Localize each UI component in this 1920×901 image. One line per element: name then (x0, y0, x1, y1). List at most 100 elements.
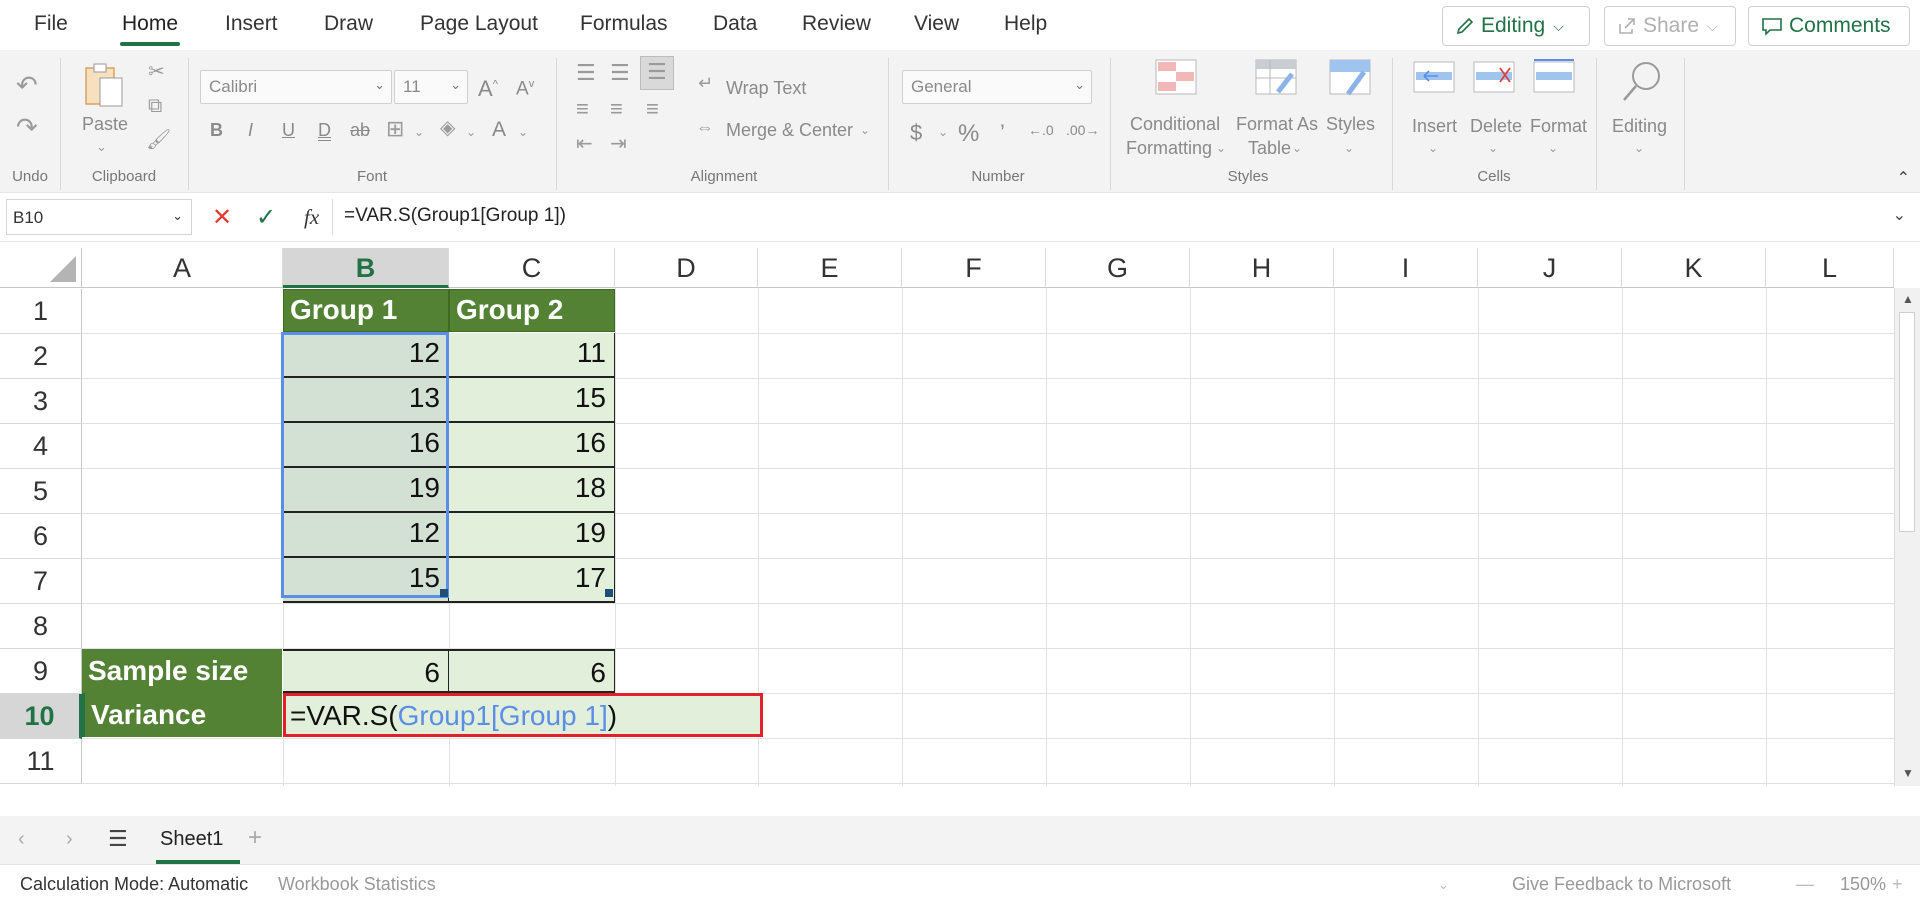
chevron-down-icon[interactable]: ⌄ (1438, 877, 1449, 893)
font-color-icon[interactable]: A (492, 118, 506, 142)
share-button[interactable]: Share ⌵ (1604, 6, 1736, 46)
chevron-down-icon[interactable]: ⌄ (96, 140, 107, 153)
column-header-e[interactable]: E (758, 248, 902, 288)
cancel-icon[interactable]: ✕ (212, 203, 232, 232)
increase-font-icon[interactable]: A^ (478, 76, 498, 102)
all-sheets-menu-icon[interactable]: ☰ (108, 826, 128, 852)
cell-c7[interactable]: 17 (449, 558, 615, 603)
scroll-down-icon[interactable]: ▼ (1902, 766, 1914, 780)
font-name-combo[interactable]: Calibri ⌄ (200, 70, 392, 104)
merge-center-icon[interactable]: ⇔ (696, 118, 714, 136)
format-cells-icon[interactable] (1532, 58, 1576, 98)
workbook-statistics[interactable]: Workbook Statistics (278, 874, 436, 895)
column-header-i[interactable]: I (1334, 248, 1478, 288)
font-size-combo[interactable]: 11 ⌄ (394, 70, 468, 104)
column-header-j[interactable]: J (1478, 248, 1622, 288)
cell-b9[interactable]: 6 (283, 649, 449, 693)
tab-home[interactable]: Home (122, 12, 178, 36)
cell-b5[interactable]: 19 (283, 468, 449, 513)
calculation-mode[interactable]: Calculation Mode: Automatic (20, 874, 248, 895)
cell-c4[interactable]: 16 (449, 423, 615, 468)
cell-c1[interactable]: Group 2 (449, 289, 615, 332)
chevron-down-icon[interactable]: ⌄ (1428, 142, 1438, 154)
editing-mode-button[interactable]: Editing ⌵ (1442, 6, 1590, 46)
expand-formula-bar-icon[interactable]: ⌄ (1893, 205, 1906, 225)
number-format-combo[interactable]: General ⌄ (902, 70, 1092, 104)
insert-cells-icon[interactable] (1412, 58, 1456, 98)
align-middle-icon[interactable]: ☰ (610, 62, 630, 84)
align-left-icon[interactable]: ≡ (576, 98, 589, 120)
align-bottom-button[interactable]: ☰ (640, 56, 674, 90)
cell-b1[interactable]: Group 1 (283, 289, 449, 332)
increase-decimal-icon[interactable]: ←.0 (1028, 122, 1054, 138)
wrap-text-label[interactable]: Wrap Text (726, 78, 806, 99)
enter-icon[interactable]: ✓ (256, 203, 276, 232)
row-header-5[interactable]: 5 (0, 469, 82, 514)
editing-group-label[interactable]: Editing (1612, 116, 1667, 137)
column-header-g[interactable]: G (1046, 248, 1190, 288)
chevron-down-icon[interactable]: ⌄ (414, 126, 424, 138)
format-painter-icon[interactable]: 🖌 (146, 130, 171, 150)
row-header-3[interactable]: 3 (0, 379, 82, 424)
chevron-down-icon[interactable]: ⌄ (518, 126, 528, 138)
chevron-down-icon[interactable]: ⌄ (466, 126, 476, 138)
vertical-scroll-thumb[interactable] (1899, 312, 1915, 532)
zoom-level[interactable]: 150% (1840, 874, 1886, 895)
chevron-down-icon[interactable]: ⌄ (938, 126, 948, 138)
conditional-formatting-label-2[interactable]: Formatting (1126, 138, 1212, 159)
tab-page-layout[interactable]: Page Layout (420, 12, 538, 36)
cell-c3[interactable]: 15 (449, 378, 615, 423)
insert-cells-label[interactable]: Insert (1412, 116, 1457, 137)
comments-button[interactable]: Comments (1748, 6, 1910, 46)
cut-icon[interactable]: ✂ (148, 62, 165, 82)
row-header-10[interactable]: 10 (0, 694, 82, 739)
italic-icon[interactable]: I (248, 120, 253, 141)
column-header-l[interactable]: L (1766, 248, 1894, 288)
row-header-6[interactable]: 6 (0, 514, 82, 559)
fill-handle[interactable] (440, 589, 448, 597)
format-cells-label[interactable]: Format (1530, 116, 1587, 137)
decrease-font-icon[interactable]: Av (516, 78, 534, 100)
column-header-c[interactable]: C (449, 248, 615, 288)
row-header-4[interactable]: 4 (0, 424, 82, 469)
tab-draw[interactable]: Draw (324, 12, 373, 36)
vertical-scrollbar[interactable]: ▲ ▼ (1894, 288, 1920, 786)
format-as-table-label-1[interactable]: Format As (1236, 114, 1318, 135)
copy-icon[interactable]: ⧉ (148, 96, 162, 116)
decrease-indent-icon[interactable]: ⇤ (576, 134, 593, 154)
tab-data[interactable]: Data (713, 12, 757, 36)
fill-color-icon[interactable]: ◈ (440, 118, 455, 138)
column-header-h[interactable]: H (1190, 248, 1334, 288)
currency-icon[interactable]: $ (910, 120, 922, 146)
column-header-b[interactable]: B (283, 248, 449, 288)
scroll-up-icon[interactable]: ▲ (1902, 292, 1914, 306)
formula-input[interactable]: =VAR.S(Group1[Group 1]) (344, 205, 566, 227)
align-right-icon[interactable]: ≡ (646, 98, 659, 120)
align-top-icon[interactable]: ☰ (576, 62, 596, 84)
delete-cells-label[interactable]: Delete (1470, 116, 1522, 137)
borders-icon[interactable]: ⊞ (386, 118, 404, 140)
undo-icon[interactable]: ↶ (16, 72, 38, 98)
chevron-down-icon[interactable]: ⌄ (1216, 142, 1226, 154)
insert-function-icon[interactable]: fx (304, 205, 319, 230)
delete-cells-icon[interactable] (1472, 58, 1516, 98)
chevron-down-icon[interactable]: ⌄ (860, 124, 870, 136)
table-resize-handle[interactable] (605, 589, 613, 597)
conditional-formatting-icon[interactable] (1154, 58, 1198, 98)
previous-sheet-icon[interactable]: ‹ (18, 828, 25, 851)
chevron-down-icon[interactable]: ⌄ (1344, 142, 1354, 154)
paste-icon[interactable] (82, 60, 126, 110)
name-box[interactable]: B10 ⌄ (6, 199, 192, 235)
paste-label[interactable]: Paste (82, 114, 128, 135)
cell-c5[interactable]: 18 (449, 468, 615, 513)
cell-a10[interactable]: Variance (82, 693, 282, 737)
add-sheet-icon[interactable]: + (248, 824, 262, 852)
comma-style-icon[interactable]: ’ (1000, 120, 1005, 146)
cell-c2[interactable]: 11 (449, 333, 615, 378)
double-underline-icon[interactable]: D (318, 120, 331, 141)
chevron-down-icon[interactable]: ⌄ (1634, 142, 1644, 154)
decrease-decimal-icon[interactable]: .00→ (1066, 122, 1099, 138)
collapse-ribbon-icon[interactable]: ⌃ (1897, 168, 1910, 188)
column-header-d[interactable]: D (615, 248, 758, 288)
cell-b3[interactable]: 13 (283, 378, 449, 423)
